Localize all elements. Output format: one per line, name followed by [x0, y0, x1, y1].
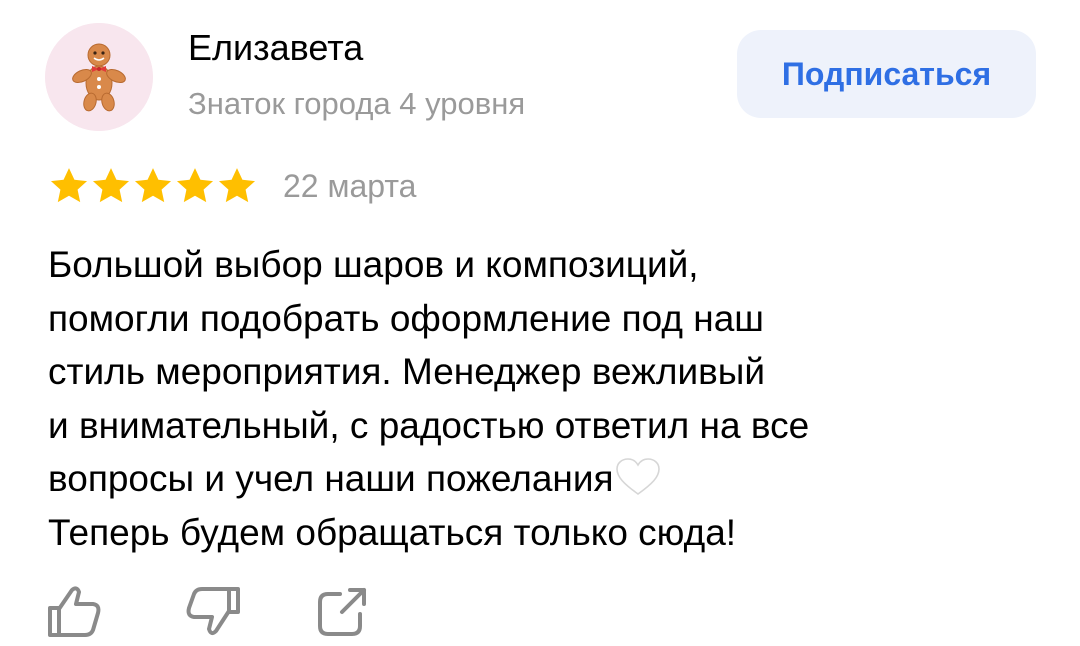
dislike-button[interactable]: [180, 582, 244, 642]
user-name[interactable]: Елизавета: [188, 28, 363, 68]
review-text: Большой выбор шаров и композиций, помогл…: [48, 238, 1038, 559]
star-icon: [176, 168, 214, 203]
review-text-line: Теперь будем обращаться только сюда!: [48, 511, 737, 553]
thumbs-up-icon: [48, 586, 101, 637]
share-icon: [318, 588, 366, 636]
star-icon: [218, 168, 256, 203]
review-text-line: и внимательный, с радостью ответил на вс…: [48, 404, 810, 446]
avatar[interactable]: [45, 23, 153, 131]
review-text-line: Большой выбор шаров и композиций,: [48, 244, 699, 285]
star-rating: [48, 164, 258, 208]
subscribe-button[interactable]: Подписаться: [737, 30, 1036, 118]
review-date: 22 марта: [283, 168, 417, 204]
review-card: Елизавета Знаток города 4 уровня Подписа…: [0, 0, 1080, 646]
white-heart-icon: [615, 458, 660, 495]
thumbs-down-icon: [186, 587, 240, 636]
user-level: Знаток города 4 уровня: [188, 86, 526, 121]
star-icon: [50, 168, 88, 203]
like-button[interactable]: [44, 582, 108, 642]
review-text-line: стиль мероприятия. Менеджер вежливый: [48, 351, 766, 392]
review-text-line: вопросы и учел наши пожелания: [48, 458, 614, 499]
share-button[interactable]: [314, 582, 378, 642]
gingerbread-man-icon: [45, 23, 153, 131]
review-text-line-with-emoji: вопросы и учел наши пожелания: [48, 452, 1038, 506]
review-text-line: помогли подобрать оформление под наш: [48, 297, 764, 339]
star-icon: [92, 168, 130, 203]
star-icon: [134, 168, 172, 203]
